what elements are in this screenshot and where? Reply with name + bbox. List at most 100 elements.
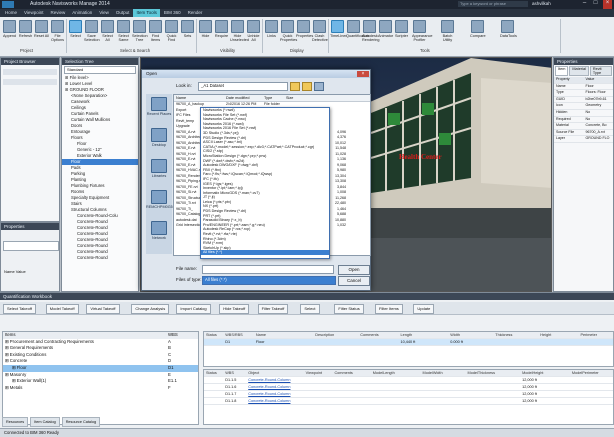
grid-column-header[interactable]: Object bbox=[246, 370, 303, 376]
ribbon-button[interactable]: Links bbox=[264, 20, 279, 44]
place-item[interactable]: Desktop bbox=[146, 128, 172, 156]
property-row[interactable]: Icon Geometry bbox=[554, 103, 613, 110]
grid-row[interactable]: D1.1.8 Concrete-Round-Column 12,000 ft bbox=[204, 398, 613, 405]
ribbon-button[interactable]: Require bbox=[214, 20, 229, 44]
item-properties-tab[interactable]: Material bbox=[569, 66, 589, 76]
quantification-tool-button[interactable]: Filter Status bbox=[334, 304, 364, 314]
up-folder-icon[interactable] bbox=[290, 82, 300, 91]
quantification-tool-button[interactable]: Filter Items bbox=[375, 304, 403, 314]
items-tree-row[interactable]: ⊞ Procurement and Contracting Requiremen… bbox=[3, 339, 198, 346]
quantification-tool-button[interactable]: Select Takeoff bbox=[3, 304, 36, 314]
ribbon-button[interactable]: TimeLiner bbox=[330, 20, 347, 44]
ribbon-tab[interactable]: Render bbox=[185, 9, 206, 17]
grid-row[interactable]: D1.1.5 Concrete-Round-Column 12,000 ft bbox=[204, 377, 613, 384]
ribbon-button[interactable]: Unhide All bbox=[246, 20, 261, 44]
file-column-header[interactable]: Date modified bbox=[226, 95, 264, 101]
grid-column-header[interactable]: Height bbox=[538, 332, 578, 338]
ribbon-button[interactable]: Quick Find bbox=[164, 20, 179, 44]
cancel-button[interactable]: Cancel bbox=[338, 276, 370, 286]
file-type-select[interactable]: All files (*.*) bbox=[202, 276, 336, 285]
quantification-tool-button[interactable]: Update bbox=[413, 304, 435, 314]
grid-column-header[interactable]: WBS/RBS bbox=[223, 332, 254, 338]
close-icon[interactable]: × bbox=[603, 0, 612, 9]
open-button[interactable]: Open bbox=[338, 265, 370, 275]
ribbon-tab[interactable]: Output bbox=[113, 9, 133, 17]
file-column-header[interactable]: Name bbox=[174, 95, 226, 101]
property-row[interactable]: Hidden No bbox=[554, 110, 613, 117]
quantification-tool-button[interactable]: Virtual Takeoff bbox=[86, 304, 120, 314]
ribbon-tab[interactable]: Viewpoint bbox=[21, 9, 46, 17]
ribbon-button[interactable]: Quick Properties bbox=[280, 20, 297, 44]
place-item[interactable]: Recent Places bbox=[146, 97, 172, 125]
items-tree-row[interactable]: ⊞ Exterior Wall(1) E1.1 bbox=[3, 378, 198, 385]
properties-filter-input[interactable] bbox=[3, 241, 59, 251]
grid-row[interactable]: D1.1.6 Concrete-Round-Column 12,000 ft bbox=[204, 384, 613, 391]
place-item[interactable]: Libraries bbox=[146, 159, 172, 187]
ribbon-button[interactable]: Animator bbox=[378, 20, 393, 44]
items-tree-row[interactable]: ⊞ Floor D1 bbox=[3, 364, 198, 372]
dialog-close-button[interactable]: × bbox=[357, 71, 369, 77]
grid-row[interactable]: D1.1.7 Concrete-Round-Column 12,000 ft bbox=[204, 391, 613, 398]
new-folder-icon[interactable] bbox=[302, 82, 312, 91]
ribbon-button[interactable]: Hide bbox=[198, 20, 213, 44]
ribbon-tab[interactable]: View bbox=[96, 9, 112, 17]
item-properties-tab[interactable]: Item bbox=[555, 66, 569, 76]
grid-column-header[interactable]: Status bbox=[204, 370, 223, 376]
look-in-select[interactable]: _A1 Dataset bbox=[198, 82, 288, 91]
property-row[interactable]: GUID b2be07b9-61 bbox=[554, 97, 613, 104]
file-column-header[interactable]: Type bbox=[264, 95, 286, 101]
grid-column-header[interactable]: Description bbox=[313, 332, 358, 338]
grid-column-header[interactable]: ModelHeight bbox=[520, 370, 570, 376]
grid-column-header[interactable]: ModelLength bbox=[371, 370, 421, 376]
app-menu-icon[interactable] bbox=[2, 1, 14, 8]
grid-cell[interactable]: Concrete-Round-Column bbox=[246, 391, 303, 397]
grid-row[interactable]: D1 Floor 10,440 ft 0.000 ft bbox=[204, 339, 613, 346]
ribbon-button[interactable]: DataTools bbox=[500, 20, 517, 44]
property-row[interactable]: Source File 96700_A.rvt bbox=[554, 130, 613, 137]
grid-cell[interactable]: Concrete-Round-Column bbox=[246, 377, 303, 383]
grid-column-header[interactable]: ModelThickness bbox=[466, 370, 521, 376]
ribbon-tab[interactable]: Home bbox=[2, 9, 20, 17]
project-browser-row[interactable] bbox=[3, 79, 57, 85]
ribbon-button[interactable]: Select All bbox=[100, 20, 115, 44]
ribbon-button[interactable]: Reset All bbox=[34, 20, 49, 44]
grid-column-header[interactable]: Status bbox=[204, 332, 223, 338]
quantification-tool-button[interactable]: Hide Takeoff bbox=[219, 304, 250, 314]
quantification-tab[interactable]: Item Catalog bbox=[30, 417, 60, 427]
property-row[interactable]: Property Value bbox=[554, 77, 613, 84]
ribbon-button[interactable]: Autodesk Rendering bbox=[362, 20, 380, 44]
items-tree-row[interactable]: ⊞ Existing Conditions C bbox=[3, 352, 198, 359]
ribbon-button[interactable]: Hide Unselected bbox=[230, 20, 249, 44]
ribbon-tab[interactable]: Animation bbox=[69, 9, 95, 17]
file-type-option[interactable]: All files (*.*) bbox=[201, 250, 329, 255]
ribbon-button[interactable]: Refresh bbox=[18, 20, 33, 44]
user-label[interactable]: ashvilkah bbox=[532, 1, 551, 6]
maximize-icon[interactable]: □ bbox=[591, 0, 600, 9]
quantification-tool-button[interactable]: Import Catalog bbox=[176, 304, 211, 314]
grid-column-header[interactable]: ModelPerimeter bbox=[570, 370, 613, 376]
items-tree-row[interactable]: ⊞ Concrete D bbox=[3, 358, 198, 365]
place-item[interactable]: REMCHPM0G5 bbox=[146, 190, 173, 218]
ribbon-button[interactable]: Sets bbox=[180, 20, 195, 44]
ribbon-button[interactable]: Save Selection bbox=[84, 20, 100, 44]
items-tree-row[interactable]: ⊞ Metals F bbox=[3, 385, 198, 392]
grid-column-header[interactable]: Length bbox=[398, 332, 448, 338]
items-tree-row[interactable]: ⊞ Masonry E bbox=[3, 372, 198, 379]
quantification-tool-button[interactable]: Select bbox=[300, 304, 320, 314]
search-input[interactable]: Type a keyword or phrase bbox=[458, 1, 528, 7]
quantification-tool-button[interactable]: Change Analysis bbox=[131, 304, 170, 314]
quantification-tool-button[interactable]: Filter Takeoff bbox=[257, 304, 289, 314]
grid-column-header[interactable]: ModelWidth bbox=[421, 370, 466, 376]
property-row[interactable]: Required No bbox=[554, 117, 613, 124]
grid-column-header[interactable]: Width bbox=[448, 332, 493, 338]
ribbon-button[interactable]: Quantification bbox=[346, 20, 369, 44]
ribbon-button[interactable]: Append bbox=[2, 20, 17, 44]
ribbon-button[interactable]: Compare bbox=[470, 20, 486, 44]
quantification-tab[interactable]: Resource Catalog bbox=[61, 417, 101, 427]
ribbon-button[interactable]: Clash Detective bbox=[312, 20, 328, 44]
grid-column-header[interactable]: Comments bbox=[332, 370, 370, 376]
property-row[interactable]: Name Floor bbox=[554, 84, 613, 91]
file-column-header[interactable]: Size bbox=[286, 95, 306, 101]
file-name-input[interactable] bbox=[202, 265, 334, 274]
grid-column-header[interactable]: Thickness bbox=[493, 332, 538, 338]
